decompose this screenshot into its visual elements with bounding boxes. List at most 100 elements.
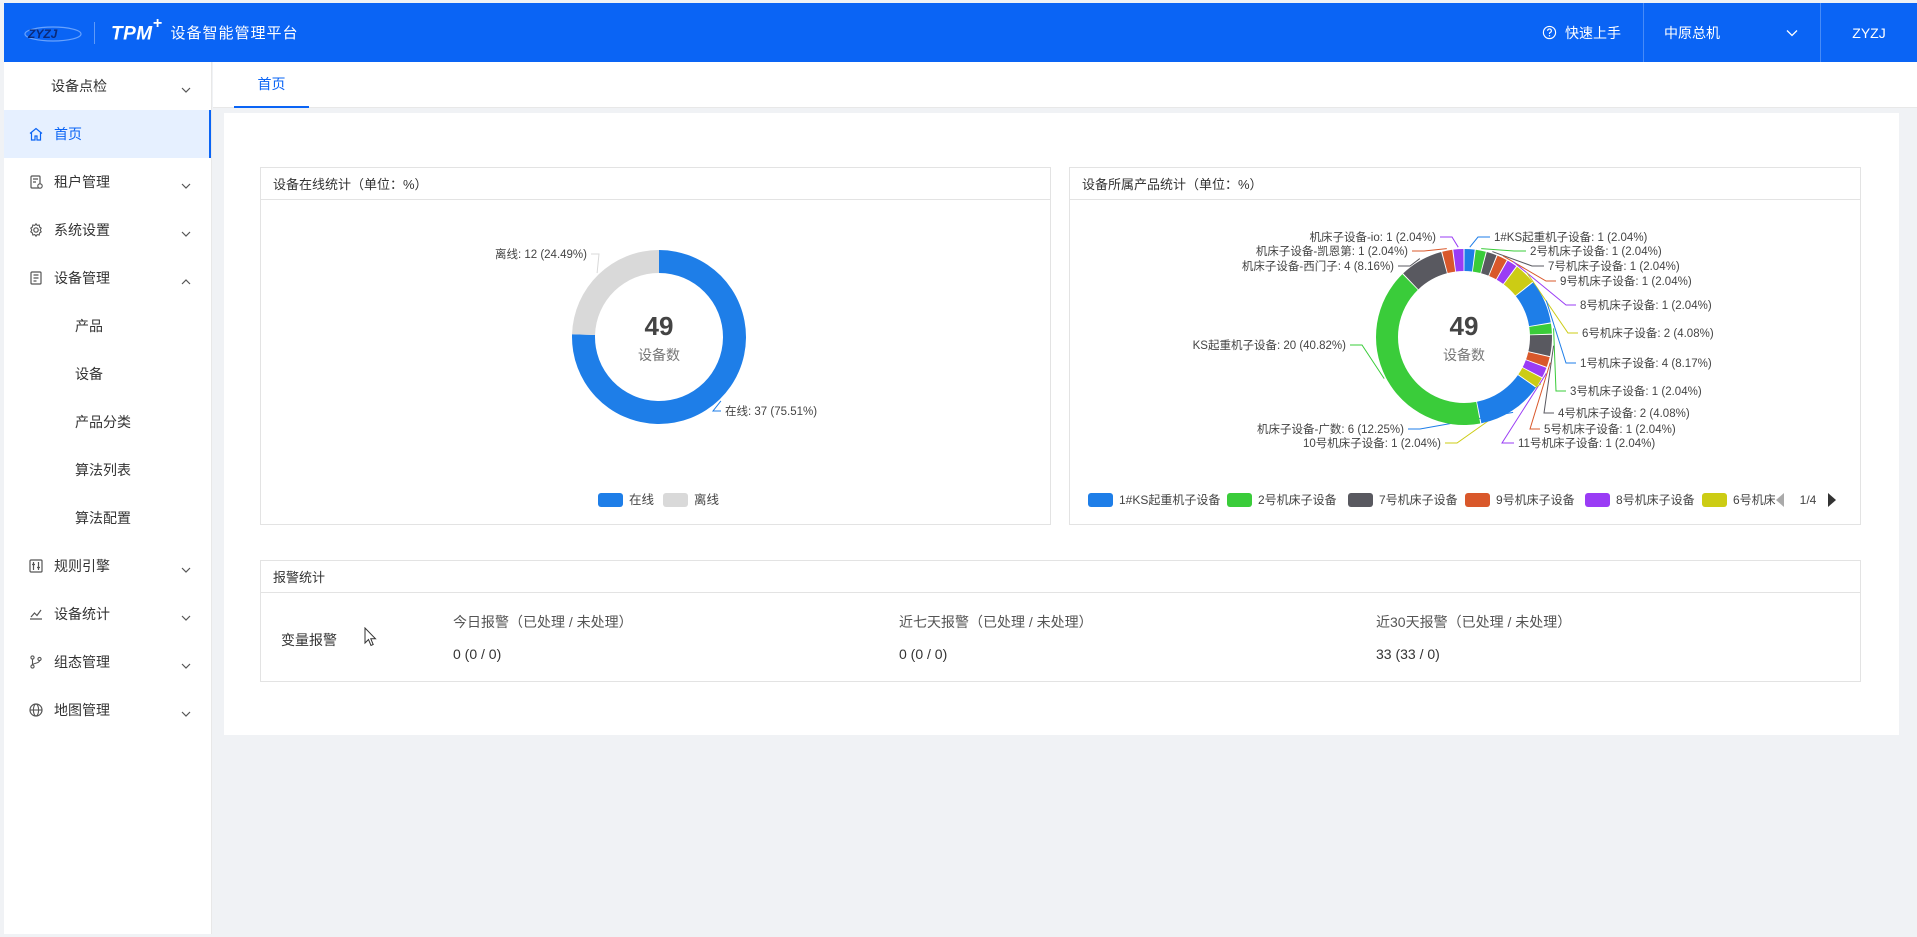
sidebar-item-8[interactable]: 算法列表 <box>4 446 211 494</box>
sidebar-item-13[interactable]: 地图管理 <box>4 686 211 734</box>
donut-slice[interactable] <box>1528 334 1552 357</box>
chevron-down-icon <box>181 80 191 96</box>
help-icon <box>1542 25 1557 40</box>
sidebar-item-label: 首页 <box>54 126 82 142</box>
slice-label: 1#KS起重机子设备: 1 (2.04%) <box>1494 230 1648 244</box>
legend-label[interactable]: 9号机床子设备 <box>1496 493 1575 507</box>
globe-icon <box>28 702 44 718</box>
sidebar-item-label: 算法配置 <box>75 510 131 526</box>
alarm-7days-value: 0 (0 / 0) <box>899 646 948 662</box>
legend-swatch[interactable] <box>1465 493 1490 507</box>
legend-next-icon[interactable] <box>1828 493 1836 507</box>
sidebar-item-12[interactable]: 组态管理 <box>4 638 211 686</box>
slice-label: 机床子设备-广数: 6 (12.25%) <box>1257 422 1404 436</box>
alarm-row-label: 变量报警 <box>281 632 337 648</box>
legend-label[interactable]: 2号机床子设备 <box>1258 493 1337 507</box>
donut-slice[interactable] <box>1453 249 1464 272</box>
branch-icon <box>28 654 44 670</box>
alarm-today-value: 0 (0 / 0) <box>453 646 502 662</box>
chevron-down-icon <box>181 176 191 192</box>
legend-label[interactable]: 在线 <box>629 493 655 507</box>
legend-prev-icon[interactable] <box>1776 493 1784 507</box>
slice-label: 6号机床子设备: 2 (4.08%) <box>1582 326 1714 340</box>
slice-label-line <box>1553 328 1566 392</box>
sidebar-item-1[interactable]: 首页 <box>4 110 211 158</box>
quick-start-button[interactable]: 快速上手 <box>1520 3 1643 62</box>
alarm-30days-title: 近30天报警（已处理 / 未处理） <box>1376 614 1572 630</box>
chevron-down-icon <box>181 608 191 624</box>
slice-label-line <box>1440 236 1459 248</box>
sidebar-item-label: 系统设置 <box>54 222 110 238</box>
rule-icon <box>28 558 44 574</box>
sidebar-item-3[interactable]: 系统设置 <box>4 206 211 254</box>
legend-swatch[interactable] <box>1088 493 1113 507</box>
alarm-7days-title: 近七天报警（已处理 / 未处理） <box>899 614 1093 630</box>
legend-swatch[interactable] <box>1227 493 1252 507</box>
app-frame: ZYZJ TPM+ 设备智能管理平台 快速上手 中原总机 ZYZJ 设备点检 首页… <box>4 3 1917 934</box>
sidebar-item-label: 组态管理 <box>54 654 110 670</box>
product-stats-title: 设备所属产品统计（单位：%） <box>1070 168 1860 200</box>
legend-label[interactable]: 1#KS起重机子设备 <box>1119 493 1220 507</box>
legend-label[interactable]: 7号机床子设备 <box>1379 493 1458 507</box>
slice-label: 2号机床子设备: 1 (2.04%) <box>1530 244 1662 258</box>
donut-center-value: 49 <box>645 311 674 341</box>
online-donut-chart: 在线: 37 (75.51%) 离线: 12 (24.49%) 49 设备数在线 离线 <box>495 247 817 507</box>
brand-title: 设备智能管理平台 <box>170 24 299 42</box>
legend-swatch[interactable] <box>1348 493 1373 507</box>
donut-center-value: 49 <box>1450 311 1479 341</box>
org-select-value: 中原总机 <box>1664 24 1720 41</box>
sidebar-item-5[interactable]: 产品 <box>4 302 211 350</box>
org-select[interactable]: 中原总机 <box>1644 3 1820 62</box>
sidebar-item-label: 设备管理 <box>54 270 110 286</box>
slice-label-line <box>1412 248 1447 252</box>
alarm-stats-title: 报警统计 <box>261 561 1860 593</box>
legend-swatch[interactable] <box>1702 493 1727 507</box>
donut-slice[interactable] <box>1464 249 1475 272</box>
alarm-today-title: 今日报警（已处理 / 未处理） <box>453 614 633 630</box>
slice-label: 3号机床子设备: 1 (2.04%) <box>1570 384 1702 398</box>
sidebar-item-label: 产品 <box>75 318 103 334</box>
sidebar: 设备点检首页租户管理系统设置设备管理产品设备产品分类算法列表算法配置规则引擎 设备… <box>4 62 212 934</box>
donut-slice[interactable] <box>1477 375 1536 424</box>
user-menu[interactable]: ZYZJ <box>1821 3 1917 62</box>
product-stats-body: 1#KS起重机子设备: 1 (2.04%) 2号机床子设备: 1 (2.04%) 7… <box>1070 200 1860 524</box>
online-stats-body: 在线: 37 (75.51%) 离线: 12 (24.49%) 49 设备数 在线 离线 <box>261 200 1050 524</box>
sidebar-item-11[interactable]: 设备统计 <box>4 590 211 638</box>
slice-label: 1号机床子设备: 4 (8.17%) <box>1580 356 1712 370</box>
legend-swatch[interactable] <box>663 493 688 507</box>
sidebar-item-0[interactable]: 设备点检 <box>4 62 211 110</box>
slice-label: 9号机床子设备: 1 (2.04%) <box>1560 274 1692 288</box>
slice-label: 5号机床子设备: 1 (2.04%) <box>1544 422 1676 436</box>
slice-label: KS起重机子设备: 20 (40.82%) <box>1193 338 1347 352</box>
tab-home[interactable]: 首页 <box>234 62 309 108</box>
legend-label[interactable]: 6号机床 <box>1733 493 1776 507</box>
legend-label[interactable]: 离线 <box>694 492 720 507</box>
alarm-stats-panel: 报警统计 变量报警 今日报警（已处理 / 未处理） 0 (0 / 0) 近七天报… <box>260 560 1861 682</box>
sidebar-item-4[interactable]: 设备管理 <box>4 254 211 302</box>
sidebar-item-9[interactable]: 算法配置 <box>4 494 211 542</box>
legend-swatch[interactable] <box>1585 493 1610 507</box>
online-stats-panel: 设备在线统计（单位：%） 在线: 37 (75.51%) 离线: 12 (24.4… <box>260 167 1051 525</box>
sidebar-item-10[interactable]: 规则引擎 <box>4 542 211 590</box>
top-header: ZYZJ TPM+ 设备智能管理平台 快速上手 中原总机 ZYZJ <box>4 3 1917 62</box>
legend-label[interactable]: 8号机床子设备 <box>1616 493 1695 507</box>
alarm-30days-value: 33 (33 / 0) <box>1376 646 1440 662</box>
slice-label: 8号机床子设备: 1 (2.04%) <box>1580 298 1712 312</box>
online-stats-title: 设备在线统计（单位：%） <box>261 168 1050 200</box>
svg-text:ZYZJ: ZYZJ <box>27 27 58 41</box>
legend-swatch[interactable] <box>598 493 623 507</box>
sidebar-item-label: 产品分类 <box>75 414 131 430</box>
slice-label: 10号机床子设备: 1 (2.04%) <box>1303 436 1441 450</box>
product-stats-panel: 设备所属产品统计（单位：%） 1#KS起重机子设备: 1 (2.04%) 2号机床… <box>1069 167 1861 525</box>
sidebar-item-2[interactable]: 租户管理 <box>4 158 211 206</box>
company-logo[interactable]: ZYZJ <box>22 22 84 44</box>
donut-center-label: 设备数 <box>1443 347 1485 363</box>
slice-label: 离线: 12 (24.49%) <box>495 247 587 261</box>
sidebar-item-7[interactable]: 产品分类 <box>4 398 211 446</box>
sidebar-item-label: 算法列表 <box>75 462 131 478</box>
chevron-down-icon <box>181 704 191 720</box>
slice-label: 4号机床子设备: 2 (4.08%) <box>1558 406 1690 420</box>
sidebar-item-6[interactable]: 设备 <box>4 350 211 398</box>
slice-label-line <box>1469 236 1490 248</box>
alarm-7days: 近七天报警（已处理 / 未处理） 0 (0 / 0) <box>899 612 1093 662</box>
